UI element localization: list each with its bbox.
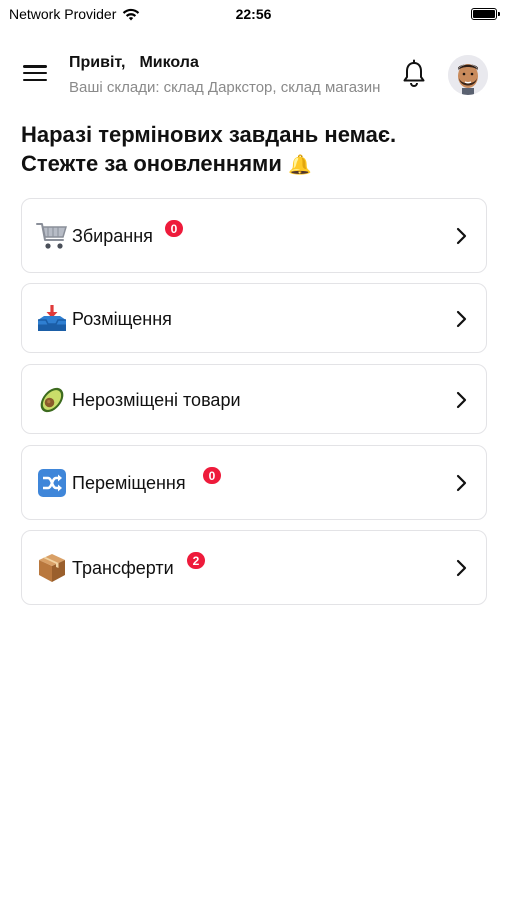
- notifications-button[interactable]: [400, 59, 428, 89]
- chevron-right-icon: [456, 227, 467, 245]
- menu-item-placement[interactable]: Розміщення: [21, 283, 487, 353]
- menu-item-label: Розміщення: [72, 309, 172, 329]
- chevron-right-icon: [456, 474, 467, 492]
- count-badge: 0: [164, 219, 184, 238]
- menu-line: [23, 71, 47, 75]
- menu-list: Збирання 0 Розміщення Нерозміщені товари…: [21, 198, 487, 615]
- status-bar: Network Provider 22:56: [0, 0, 507, 28]
- bell-icon: [403, 59, 425, 87]
- shopping-cart-icon: [36, 220, 68, 252]
- menu-line: [23, 78, 47, 81]
- urgent-tasks-notice: Наразі термінових завдань немає. Стежте …: [21, 120, 491, 180]
- menu-item-picking[interactable]: Збирання 0: [21, 198, 487, 273]
- status-time: 22:56: [235, 6, 272, 22]
- avocado-icon: [36, 384, 68, 416]
- menu-item-unplaced-goods[interactable]: Нерозміщені товари: [21, 364, 487, 434]
- menu-line: [23, 65, 47, 68]
- count-badge: 2: [186, 551, 206, 570]
- chevron-right-icon: [456, 310, 467, 328]
- bell-emoji-icon: 🔔: [287, 155, 312, 176]
- shuffle-icon: [36, 467, 68, 499]
- menu-item-movement[interactable]: Переміщення 0: [21, 445, 487, 520]
- greeting: Привіт, Микола: [69, 54, 199, 72]
- menu-item-label: Трансферти: [72, 558, 174, 578]
- battery-icon: [471, 8, 500, 20]
- header: Привіт, Микола Ваші склади: склад Даркст…: [0, 50, 507, 100]
- hamburger-menu-button[interactable]: [23, 63, 47, 83]
- menu-item-transfers[interactable]: Трансферти 2: [21, 530, 487, 605]
- user-avatar[interactable]: [448, 55, 488, 95]
- menu-item-label: Нерозміщені товари: [72, 390, 241, 410]
- warehouses-subtitle: Ваші склади: склад Даркстор, склад магаз…: [69, 79, 381, 96]
- notice-line-1: Наразі термінових завдань немає.: [21, 122, 397, 147]
- chevron-right-icon: [456, 391, 467, 409]
- menu-item-label: Збирання: [72, 226, 153, 246]
- battery-level: [473, 10, 495, 18]
- notice-line-2-text: Стежте за оновленнями: [21, 151, 282, 176]
- user-name: Микола: [139, 54, 199, 71]
- avatar-memoji-icon: [448, 55, 488, 95]
- greeting-text: Привіт,: [69, 54, 126, 71]
- app-screen: Network Provider 22:56 Привіт, Микола Ва…: [0, 0, 507, 900]
- menu-item-label: Переміщення: [72, 473, 186, 493]
- chevron-right-icon: [456, 559, 467, 577]
- inbox-tray-icon: [36, 303, 68, 335]
- notice-line-2: Стежте за оновленнями 🔔: [21, 149, 491, 180]
- count-badge: 0: [202, 466, 222, 485]
- package-icon: [36, 552, 68, 584]
